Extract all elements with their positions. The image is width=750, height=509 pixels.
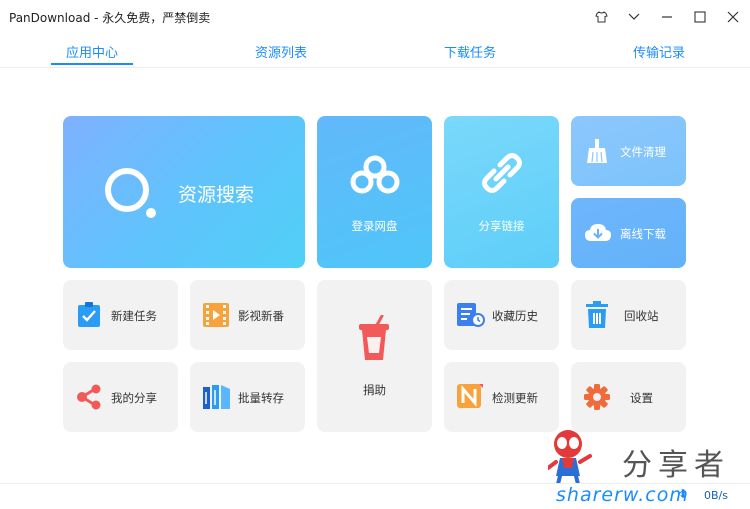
login-netdisk-label: 登录网盘 [351,219,398,233]
file-cleanup-label: 文件清理 [620,145,666,159]
settings-tile[interactable]: 设置 [571,362,686,432]
my-share-tile[interactable]: 我的分享 [63,362,178,432]
search-icon [105,168,156,218]
broom-icon [587,139,607,163]
share-link-label: 分享链接 [478,219,525,233]
tab-transfer-records[interactable]: 传输记录 [633,42,685,61]
maximize-icon[interactable] [691,8,709,26]
spiderman-mascot-icon [548,430,592,486]
check-update-label: 检测更新 [492,391,538,405]
recycle-bin-label: 回收站 [624,309,659,323]
file-cleanup-tile[interactable]: 文件清理 [571,116,686,186]
my-share-label: 我的分享 [111,391,157,405]
close-icon[interactable] [724,8,742,26]
tab-download-tasks[interactable]: 下载任务 [444,42,496,61]
skin-icon[interactable] [592,8,610,26]
drink-cup-icon [359,315,389,360]
batch-transfer-tile[interactable]: 批量转存 [190,362,305,432]
offline-download-tile[interactable]: 离线下载 [571,198,686,268]
title-bar: PanDownload - 永久免费，严禁倒卖 [0,0,750,34]
favorites-history-tile[interactable]: 收藏历史 [444,280,559,350]
app-title: PanDownload - 永久免费，严禁倒卖 [9,11,211,25]
clipboard-check-icon [78,302,100,327]
tab-resource-list[interactable]: 资源列表 [255,42,307,61]
new-task-label: 新建任务 [111,309,157,323]
recycle-bin-tile[interactable]: 回收站 [571,280,686,350]
favorites-history-label: 收藏历史 [492,309,538,323]
active-tab-indicator [51,63,133,65]
download-speed: 0B/s [704,489,728,502]
update-icon [457,384,483,408]
tab-app-center[interactable]: 应用中心 [66,42,118,61]
settings-label: 设置 [630,391,653,405]
donate-tile[interactable]: 捐助 [317,280,432,432]
video-new-label: 影视新番 [238,309,284,323]
batch-transfer-label: 批量转存 [238,391,284,405]
new-task-tile[interactable]: 新建任务 [63,280,178,350]
baidu-cloud-icon [350,155,400,194]
link-icon [482,153,522,193]
cloud-download-icon [585,224,611,241]
video-new-tile[interactable]: 影视新番 [190,280,305,350]
watermark-text: 分享者 [622,448,730,483]
batch-icon [203,385,230,409]
resource-search-label: 资源搜索 [178,184,255,206]
resource-search-tile[interactable]: 资源搜索 [63,116,305,268]
check-update-tile[interactable]: 检测更新 [444,362,559,432]
donate-label: 捐助 [363,383,386,397]
watermark-url: sharerw.com [556,484,689,506]
film-icon [203,303,229,327]
chevron-down-icon[interactable] [625,8,643,26]
share-icon [77,384,101,410]
share-link-tile[interactable]: 分享链接 [444,116,559,268]
trash-icon [586,301,608,328]
gear-icon [584,384,610,410]
offline-download-label: 离线下载 [620,227,666,241]
minimize-icon[interactable] [658,8,676,26]
pandownload-window: PanDownload - 永久免费，严禁倒卖 应用中心 资源列表 下载任务 传… [0,0,750,509]
history-icon [457,303,485,327]
login-netdisk-tile[interactable]: 登录网盘 [317,116,432,268]
